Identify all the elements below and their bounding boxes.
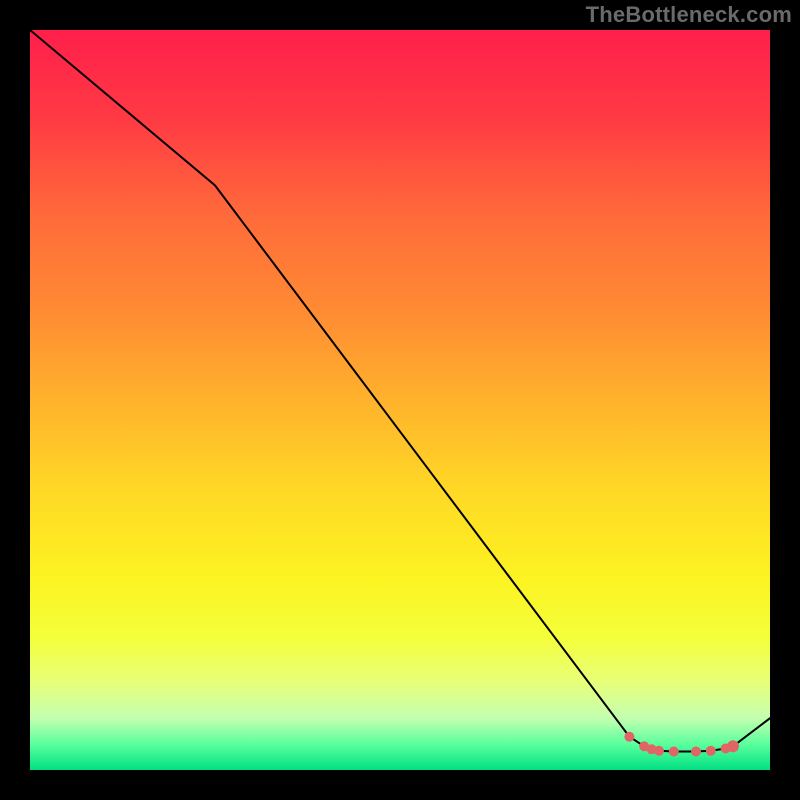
highlight-dot [654, 746, 664, 756]
highlight-dot [691, 747, 701, 757]
highlight-dot [706, 746, 716, 756]
highlight-dot [669, 747, 679, 757]
plot-area [30, 30, 770, 770]
plot-svg [30, 30, 770, 770]
watermark-label: TheBottleneck.com [586, 2, 792, 28]
highlight-dot [727, 740, 739, 752]
highlight-dot [624, 732, 634, 742]
gradient-background [30, 30, 770, 770]
chart-container: TheBottleneck.com [0, 0, 800, 800]
